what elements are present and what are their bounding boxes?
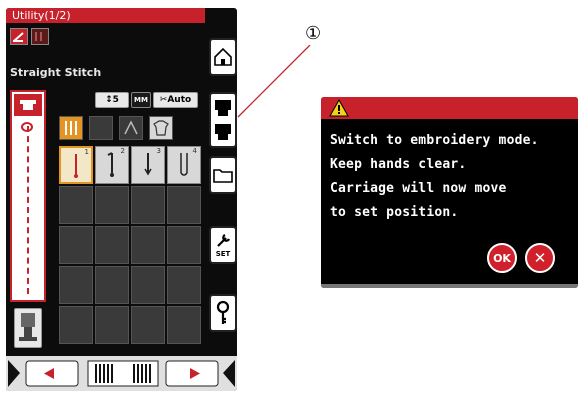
sewing-mode-icon[interactable] xyxy=(31,28,49,45)
straight-mode-icon[interactable] xyxy=(10,28,28,45)
stitch-line xyxy=(27,126,29,294)
page-title: Utility(1/2) xyxy=(6,8,205,23)
tab-buttonhole[interactable] xyxy=(89,116,113,140)
stitch-cell-empty[interactable] xyxy=(59,186,93,224)
stitch-cell-empty[interactable] xyxy=(167,266,201,304)
stitch-preview xyxy=(10,90,46,302)
embroidery-mode-button[interactable] xyxy=(209,92,237,148)
settings-button[interactable]: SET xyxy=(209,226,237,264)
stitch-cell-1[interactable]: 1 xyxy=(59,146,93,184)
stitch-cell-empty[interactable] xyxy=(167,186,201,224)
dialog-header xyxy=(321,97,578,119)
stitch-cell-empty[interactable] xyxy=(59,306,93,344)
dialog-message-line: to set position. xyxy=(330,205,459,220)
tension-value: Auto xyxy=(167,95,192,105)
callout-number: ① xyxy=(305,23,322,44)
stitch-cell-empty[interactable] xyxy=(167,306,201,344)
stitch-cell-empty[interactable] xyxy=(131,226,165,264)
preview-mode-icon[interactable] xyxy=(14,94,42,116)
stitch-cell-empty[interactable] xyxy=(131,306,165,344)
open-file-button[interactable] xyxy=(209,156,237,194)
lock-button[interactable] xyxy=(209,294,237,332)
width-value: 5 xyxy=(112,95,119,105)
width-icon: ↕ xyxy=(105,95,113,105)
page-scroll-indicator xyxy=(87,360,159,387)
stitch-cell-empty[interactable] xyxy=(95,226,129,264)
settings-label: SET xyxy=(215,250,231,258)
home-icon xyxy=(214,47,232,66)
page-prev-button[interactable] xyxy=(25,360,79,387)
stitch-cell-empty[interactable] xyxy=(59,266,93,304)
stitch-cell-empty[interactable] xyxy=(95,186,129,224)
message-dialog: Switch to embroidery mode. Keep hands cl… xyxy=(321,97,578,288)
callout-line xyxy=(237,45,311,118)
stitch-cell-2[interactable]: 2 xyxy=(95,146,129,184)
tension-chip[interactable]: ✂Auto xyxy=(153,92,198,108)
stitch-cell-empty[interactable] xyxy=(167,226,201,264)
ok-button[interactable]: OK xyxy=(487,243,517,273)
stitch-cell-empty[interactable] xyxy=(59,226,93,264)
stitch-number: 2 xyxy=(120,147,125,155)
dialog-message-line: Keep hands clear. xyxy=(330,157,467,172)
cancel-button[interactable]: ✕ xyxy=(525,243,555,273)
stitch-cell-3[interactable]: 3 xyxy=(131,146,165,184)
stitch-cell-empty[interactable] xyxy=(131,186,165,224)
stitch-name: Straight Stitch xyxy=(10,66,102,79)
dialog-message-line: Carriage will now move xyxy=(330,181,507,196)
tab-utility[interactable] xyxy=(59,116,83,140)
stitch-cell-empty[interactable] xyxy=(95,266,129,304)
embroidery-mode-icon xyxy=(215,100,231,140)
stitch-cell-empty[interactable] xyxy=(95,306,129,344)
stitch-number: 4 xyxy=(192,147,197,155)
wrench-icon xyxy=(217,234,230,247)
home-button[interactable] xyxy=(209,38,237,76)
foot-chip[interactable]: MM xyxy=(131,92,151,108)
folder-icon xyxy=(213,169,233,183)
left-edge-icon xyxy=(8,360,20,387)
page-next-button[interactable] xyxy=(165,360,219,387)
stitch-number: 3 xyxy=(156,147,161,155)
stitch-width-chip[interactable]: ↕5 xyxy=(95,92,129,108)
dialog-message-line: Switch to embroidery mode. xyxy=(330,133,539,148)
dialog-bottom-strip xyxy=(321,284,578,288)
right-edge-icon xyxy=(223,360,235,387)
stitch-cell-empty[interactable] xyxy=(131,266,165,304)
presser-foot-icon[interactable] xyxy=(14,308,42,348)
stitch-cell-4[interactable]: 4 xyxy=(167,146,201,184)
page-navigation-bar xyxy=(6,356,237,391)
sewing-machine-screen: Utility(1/2) Straight Stitch ↕5 MM ✂Auto xyxy=(6,8,237,391)
tab-decorative[interactable] xyxy=(119,116,143,140)
tab-quilting[interactable] xyxy=(149,116,173,140)
stitch-number: 1 xyxy=(84,148,89,156)
key-icon xyxy=(216,300,230,324)
warning-icon xyxy=(329,99,349,117)
